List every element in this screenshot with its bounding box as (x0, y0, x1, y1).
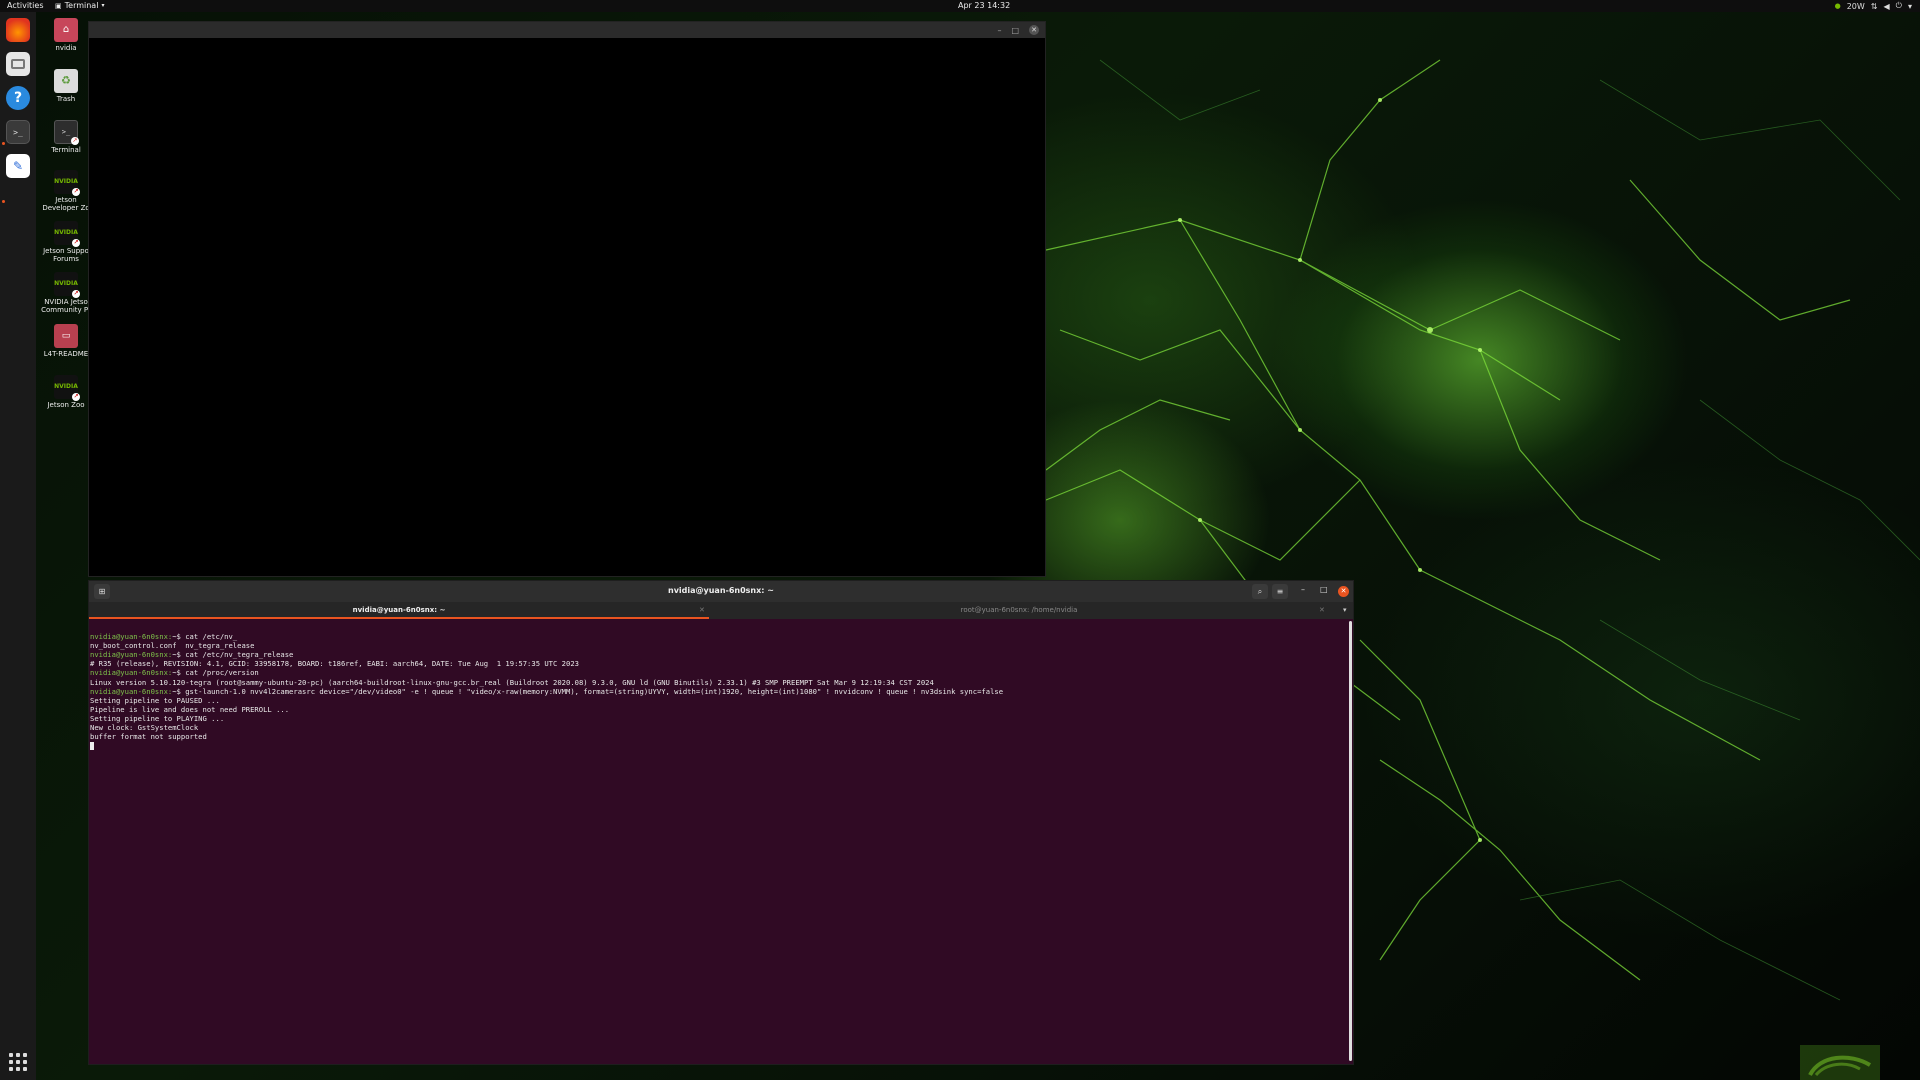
window-titlebar[interactable]: – □ ✕ (89, 22, 1045, 38)
terminal-titlebar[interactable]: ⊞ nvidia@yuan-6n0snx: ~ ⌕ ≡ – □ ✕ (89, 581, 1353, 602)
terminal-window[interactable]: ⊞ nvidia@yuan-6n0snx: ~ ⌕ ≡ – □ ✕ nvidia… (88, 580, 1354, 1065)
tab-list-chevron-icon[interactable]: ▾ (1343, 602, 1347, 619)
desktop-icon-label: Jetson Suppo Forums (43, 247, 89, 263)
close-icon[interactable]: ✕ (1029, 25, 1039, 35)
tab-close-icon[interactable]: ✕ (1319, 602, 1325, 619)
terminal-line: buffer format not supported (90, 732, 207, 742)
firefox-icon[interactable] (6, 18, 30, 42)
nvidia-logo-watermark (1800, 1045, 1880, 1080)
terminal-line: nvidia@yuan-6n0snx:~$ cat /etc/nv_tegra_… (90, 650, 294, 660)
nvidia-icon: NVIDIA ↗ (54, 272, 80, 298)
activities-button[interactable]: Activities (7, 1, 44, 10)
tab-label: nvidia@yuan-6n0snx: ~ (352, 606, 446, 614)
terminal-line: # R35 (release), REVISION: 4.1, GCID: 33… (90, 659, 579, 669)
desktop-icon-jetson-zoo[interactable]: NVIDIA ↗ Jetson Zoo (38, 375, 94, 409)
terminal-line: nvidia@yuan-6n0snx:~$ cat /etc/nv_ (90, 632, 238, 642)
terminal-title: nvidia@yuan-6n0snx: ~ (668, 586, 774, 595)
minimize-icon[interactable]: – (1301, 585, 1305, 594)
terminal-line (90, 741, 1350, 751)
terminal-icon[interactable]: >_ (6, 120, 30, 144)
app-menu[interactable]: ▣ Terminal ▾ (55, 1, 104, 10)
desktop-icon-label: NVIDIA Jetso Community Pr (41, 298, 91, 314)
help-icon[interactable]: ? (6, 86, 30, 110)
files-icon[interactable] (6, 52, 30, 76)
nvidia-icon: NVIDIA ↗ (54, 170, 80, 196)
minimize-icon[interactable]: – (997, 26, 1001, 35)
maximize-icon[interactable]: □ (1011, 26, 1019, 35)
trash-icon: ♻ (54, 69, 78, 93)
terminal-line: New clock: GstSystemClock (90, 723, 199, 733)
volume-icon: ◀ (1883, 1, 1890, 11)
terminal-line: Setting pipeline to PAUSED ... (90, 695, 220, 705)
shortcut-arrow-icon: ↗ (72, 393, 80, 401)
desktop-icon-l4t-readme[interactable]: ▭ L4T-README (38, 324, 94, 358)
running-indicator (2, 200, 5, 203)
tab-root-home-nvidia[interactable]: root@yuan-6n0snx: /home/nvidia (709, 602, 1329, 619)
power-icon: ⏻ (1895, 1, 1902, 10)
desktop-icon-nvidia-jetson-community[interactable]: NVIDIA ↗ NVIDIA Jetso Community Pr (38, 272, 94, 314)
video-output-window[interactable]: – □ ✕ (88, 21, 1046, 577)
tab-close-icon[interactable]: ✕ (699, 602, 705, 619)
nvidia-icon: NVIDIA ↗ (54, 375, 80, 401)
desktop-icon-label: Jetson Zoo (47, 401, 85, 409)
show-apps-grid-icon[interactable] (8, 1052, 28, 1072)
desktop-icon-trash[interactable]: ♻ Trash (38, 69, 94, 103)
terminal-line: nv_boot_control.conf nv_tegra_release (90, 641, 255, 651)
tab-label: root@yuan-6n0snx: /home/nvidia (960, 606, 1078, 614)
desktop-icon-home[interactable]: ⌂ nvidia (38, 18, 94, 52)
terminal-tab-bar: nvidia@yuan-6n0snx: ~ ✕ root@yuan-6n0snx… (89, 602, 1353, 619)
terminal-cursor (90, 742, 94, 751)
system-tray[interactable]: ● 20W ⇅ ◀ ⏻ ▾ (1835, 1, 1912, 11)
network-icon: ⇅ (1870, 1, 1878, 11)
nvidia-icon: NVIDIA ↗ (54, 221, 80, 247)
desktop-icon-label: Jetson Developer Zo (42, 196, 90, 212)
terminal-icon: >_ ↗ (54, 120, 79, 145)
terminal-icon: ▣ (55, 1, 62, 10)
terminal-line: Setting pipeline to PLAYING ... (90, 713, 225, 723)
chevron-down-icon: ▾ (1907, 1, 1912, 11)
desktop-icon-terminal[interactable]: >_ ↗ Terminal (38, 120, 94, 154)
terminal-scrollbar[interactable] (1349, 621, 1352, 1061)
hamburger-menu-icon[interactable]: ≡ (1272, 584, 1288, 599)
nvidia-power-icon[interactable]: ● (1835, 2, 1841, 10)
desktop-icon-jetson-developer-zone[interactable]: NVIDIA ↗ Jetson Developer Zo (38, 170, 94, 212)
search-icon[interactable]: ⌕ (1252, 584, 1268, 599)
top-bar: Activities ▣ Terminal ▾ Apr 23 14:32 ● 2… (0, 0, 1920, 12)
desktop-icon-jetson-support-forums[interactable]: NVIDIA ↗ Jetson Suppo Forums (38, 221, 94, 263)
terminal-line: Linux version 5.10.120-tegra (root@sammy… (90, 677, 934, 687)
desktop-icon-label: Trash (56, 95, 76, 103)
desktop-icon-label: L4T-README (43, 350, 89, 358)
running-indicator (2, 142, 5, 145)
desktop-icon-label: Terminal (51, 146, 81, 154)
shortcut-arrow-icon: ↗ (71, 137, 79, 145)
terminal-output[interactable]: nvidia@yuan-6n0snx:~$ cat /etc/nv_ nv_boo… (89, 619, 1351, 1064)
shortcut-arrow-icon: ↗ (72, 290, 80, 298)
terminal-line: Pipeline is live and does not need PRERO… (90, 704, 290, 714)
shortcut-arrow-icon: ↗ (72, 188, 80, 196)
tab-nvidia-home[interactable]: nvidia@yuan-6n0snx: ~ (89, 602, 709, 619)
chevron-down-icon: ▾ (101, 2, 105, 9)
text-editor-icon[interactable]: ✎ (6, 154, 30, 178)
drive-icon: ▭ (54, 324, 78, 348)
clock[interactable]: Apr 23 14:32 (958, 1, 1010, 10)
terminal-line: nvidia@yuan-6n0snx:~$ gst-launch-1.0 nvv… (90, 686, 1004, 696)
home-folder-icon: ⌂ (54, 18, 78, 42)
close-icon[interactable]: ✕ (1338, 586, 1349, 597)
app-menu-label: Terminal (64, 1, 99, 10)
maximize-icon[interactable]: □ (1320, 585, 1328, 594)
shortcut-arrow-icon: ↗ (72, 239, 80, 247)
desktop-icon-label: nvidia (55, 44, 77, 52)
terminal-line: nvidia@yuan-6n0snx:~$ cat /proc/version (90, 668, 259, 678)
dock: ? >_ ✎ (0, 12, 36, 1080)
power-mode-label: 20W (1846, 1, 1865, 11)
